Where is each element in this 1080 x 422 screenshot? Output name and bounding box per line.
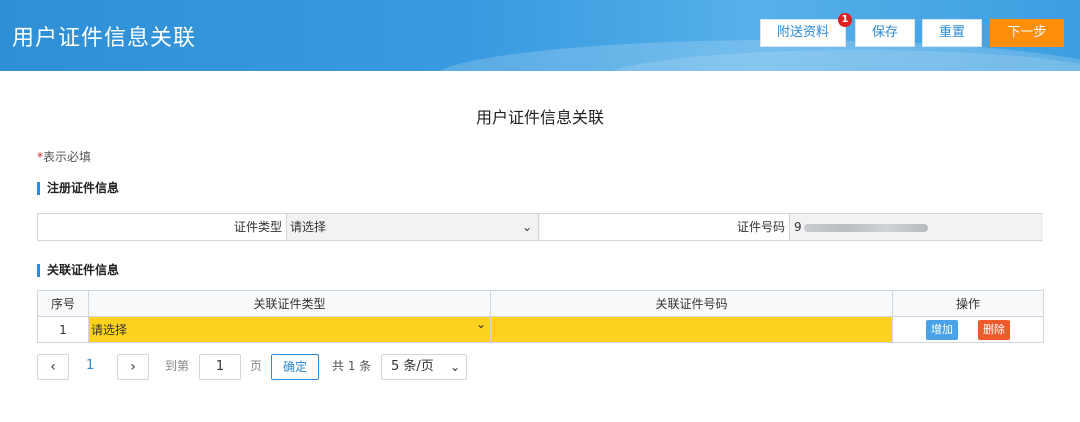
page-size-value: 5 条/页 [391,359,434,374]
column-header-number: 关联证件号码 [490,290,893,317]
add-row-button[interactable]: 增加 [926,319,958,340]
page-label: 页 [250,359,263,373]
table-header-row: 序号 关联证件类型 关联证件号码 操作 [37,290,1044,317]
current-page-number[interactable]: 1 [86,354,94,380]
certificate-type-label: 证件类型 [38,214,287,240]
delete-row-button[interactable]: 删除 [978,319,1010,340]
attach-materials-button[interactable]: 附送资料 [760,19,846,47]
column-header-actions: 操作 [892,290,1044,317]
certificate-type-select[interactable]: 请选择 ⌄ [287,214,539,240]
next-page-button[interactable]: › [117,354,149,380]
goto-page-input[interactable]: 1 [199,354,241,380]
chevron-down-icon: ⌄ [521,220,532,234]
column-header-index: 序号 [37,290,89,317]
next-step-button[interactable]: 下一步 [990,19,1064,47]
row-index: 1 [37,316,89,343]
table-row: 1 请选择 ⌄ 增加 删除 [37,316,1044,343]
chevron-down-icon: ⌄ [475,317,486,331]
required-note: *表示必填 [37,148,91,165]
certificate-type-value: 请选择 [290,220,327,234]
column-header-type: 关联证件类型 [88,290,491,317]
chevron-down-icon: ⌄ [449,360,460,374]
reset-button[interactable]: 重置 [922,19,982,47]
linked-type-value: 请选择 [91,323,128,337]
linked-number-input[interactable] [490,316,893,343]
certificate-number-field[interactable]: 9 [791,214,1043,240]
notification-badge: 1 [838,13,852,27]
page-title: 用户证件信息关联 [475,108,604,127]
redacted-value [803,223,928,232]
total-count: 共 1 条 [332,359,372,373]
registered-certificate-row: 证件类型 请选择 ⌄ 证件号码 9 [37,213,1043,241]
required-note-text: 表示必填 [43,150,92,164]
certificate-number-value: 9 [794,220,802,234]
app-title: 用户证件信息关联 [12,26,197,51]
prev-page-button[interactable]: ‹ [37,354,69,380]
registered-section-title: 注册证件信息 [37,182,119,195]
confirm-goto-button[interactable]: 确定 [271,354,319,380]
linked-section-title: 关联证件信息 [37,264,119,277]
goto-label: 到第 [165,359,190,373]
page-size-select[interactable]: 5 条/页 ⌄ [381,354,467,380]
app-header: 用户证件信息关联 附送资料 1 保存 重置 下一步 [0,0,1080,71]
linked-certificate-table: 序号 关联证件类型 关联证件号码 操作 1 请选择 ⌄ 增加 删除 [37,290,1044,343]
row-actions: 增加 删除 [892,316,1044,343]
linked-type-select[interactable]: 请选择 ⌄ [88,316,491,343]
save-button[interactable]: 保存 [855,19,915,47]
certificate-number-label: 证件号码 [540,214,790,240]
